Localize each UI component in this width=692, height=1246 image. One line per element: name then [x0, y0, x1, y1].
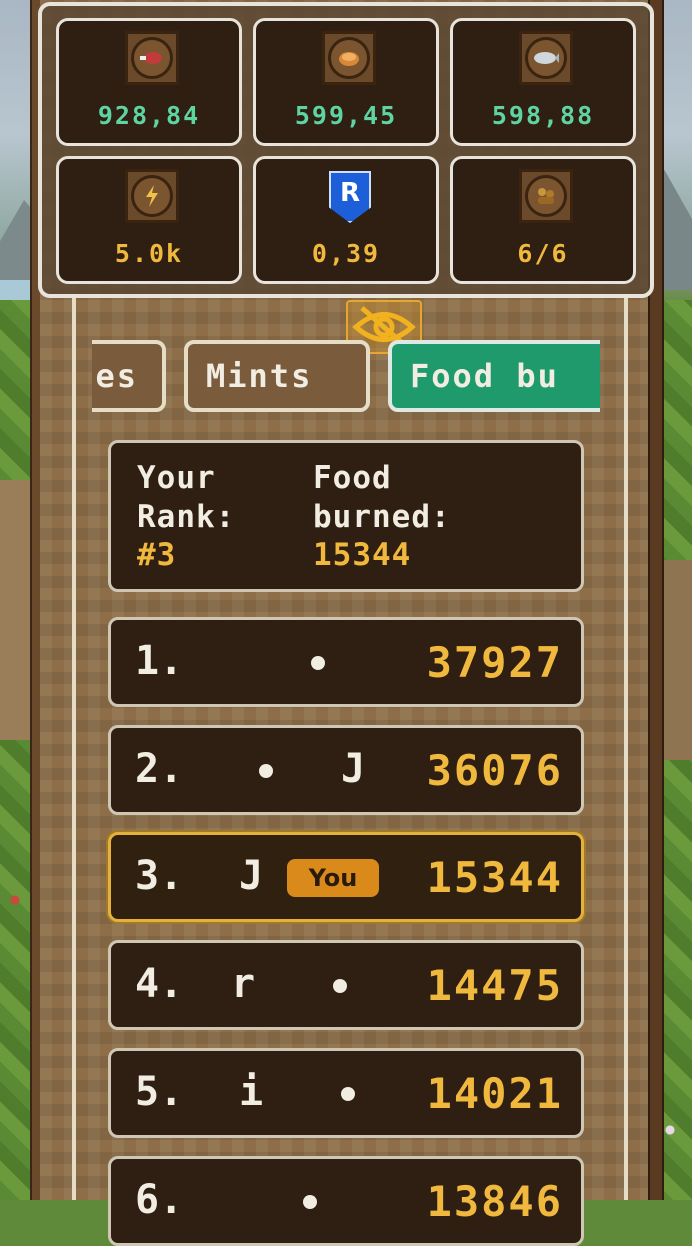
food-label-line1: Food: [313, 460, 392, 496]
your-rank-summary: Your Rank: #3 Food burned: 15344: [108, 440, 584, 592]
row-score: 15344: [426, 853, 563, 902]
leaderboard-row[interactable]: 5. i 14021: [108, 1048, 584, 1138]
ronin-shield-icon: R: [329, 171, 371, 223]
row-rank: 6.: [135, 1177, 184, 1223]
leaderboard-row[interactable]: 1. 37927: [108, 617, 584, 707]
tab-previous[interactable]: es: [92, 340, 166, 412]
rank-label-line2: Rank:: [137, 499, 236, 535]
fish-value: 598,88: [491, 101, 595, 130]
fish-icon: [519, 31, 573, 85]
resource-energy[interactable]: 5.0k: [56, 156, 242, 284]
meat-icon: [125, 31, 179, 85]
bread-value: 599,45: [294, 101, 398, 130]
row-score: 14021: [426, 1069, 563, 1118]
rank-value: #3: [137, 537, 177, 573]
row-player-name: i: [239, 1069, 264, 1115]
name-dot: [311, 656, 325, 670]
resource-ronin[interactable]: R 0,39: [253, 156, 439, 284]
workers-value: 6/6: [517, 239, 569, 268]
resource-bread[interactable]: 599,45: [253, 18, 439, 146]
row-score: 36076: [426, 746, 563, 795]
workers-icon: [519, 169, 573, 223]
row-rank: 4.: [135, 961, 184, 1007]
name-dot: [259, 764, 273, 778]
row-score: 13846: [426, 1177, 563, 1226]
tab-mints[interactable]: Mints: [184, 340, 370, 412]
row-rank: 1.: [135, 638, 184, 684]
name-dot: [303, 1195, 317, 1209]
leaderboard-row[interactable]: 4. r 14475: [108, 940, 584, 1030]
tab-food-burned[interactable]: Food bu: [388, 340, 600, 412]
meat-value: 928,84: [97, 101, 201, 130]
you-badge: You: [287, 859, 379, 897]
row-rank: 3.: [135, 853, 184, 899]
resource-bar: 928,84 599,45 598,88 5.0k R 0,39 6/6: [38, 2, 654, 298]
ronin-value: 0,39: [311, 239, 381, 268]
energy-value: 5.0k: [114, 239, 184, 268]
tab-bar: es Mints Food bu: [92, 340, 600, 420]
food-label-line2: burned:: [313, 499, 451, 535]
resource-meat[interactable]: 928,84: [56, 18, 242, 146]
bread-icon: [322, 31, 376, 85]
row-score: 37927: [426, 638, 563, 687]
name-dot: [333, 979, 347, 993]
leaderboard-row[interactable]: 2. J 36076: [108, 725, 584, 815]
row-rank: 5.: [135, 1069, 184, 1115]
row-player-name: J: [239, 853, 264, 899]
row-player-name: r: [231, 961, 256, 1007]
row-score: 14475: [426, 961, 563, 1010]
name-dot: [341, 1087, 355, 1101]
energy-icon: [125, 169, 179, 223]
resource-fish[interactable]: 598,88: [450, 18, 636, 146]
resource-workers[interactable]: 6/6: [450, 156, 636, 284]
row-player-name: J: [341, 746, 366, 792]
rank-label-line1: Your: [137, 460, 216, 496]
food-burned-value: 15344: [313, 537, 412, 573]
row-rank: 2.: [135, 746, 184, 792]
leaderboard-row-you[interactable]: 3. J You 15344: [108, 832, 584, 922]
leaderboard-row[interactable]: 6. 13846: [108, 1156, 584, 1246]
